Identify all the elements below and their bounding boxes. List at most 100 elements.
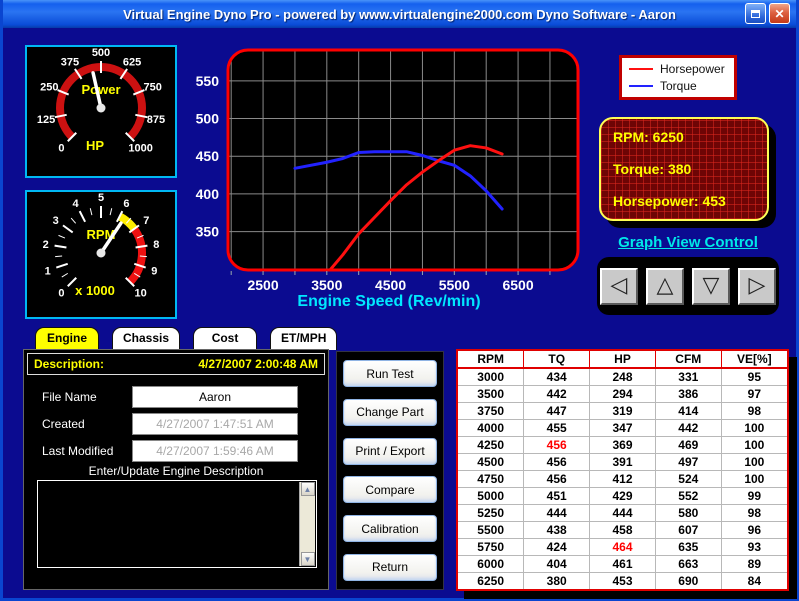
table-cell: 84	[721, 573, 787, 589]
field-row-last-modified: Last Modified4/27/2007 1:59:46 AM	[24, 440, 328, 462]
column-header: TQ	[524, 351, 590, 368]
results-table-panel: RPMTQHPCFMVE[%] 300043424833195350044229…	[456, 349, 789, 591]
table-cell: 6250	[458, 573, 524, 589]
table-cell: 97	[721, 386, 787, 403]
change-part-button[interactable]: Change Part	[343, 399, 437, 426]
titlebar: Virtual Engine Dyno Pro - powered by www…	[3, 0, 796, 28]
close-button[interactable]: ✕	[769, 3, 790, 24]
table-row: 350044229438697	[458, 386, 787, 403]
table-row: 4250456369469100	[458, 437, 787, 454]
tab-cost[interactable]: Cost	[193, 327, 257, 350]
pan-down-button[interactable]: ▽	[692, 268, 730, 305]
svg-text:9: 9	[151, 265, 157, 277]
svg-text:Power: Power	[81, 82, 120, 97]
table-cell: 4250	[458, 437, 524, 454]
rpm-gauge: 012345678910RPMx 1000	[25, 190, 177, 319]
column-header: HP	[590, 351, 656, 368]
table-cell: 434	[524, 368, 590, 386]
table-row: 300043424833195	[458, 368, 787, 386]
svg-text:375: 375	[61, 56, 79, 68]
table-header-row: RPMTQHPCFMVE[%]	[458, 351, 787, 368]
table-cell: 469	[655, 437, 721, 454]
table-cell: 3000	[458, 368, 524, 386]
pan-left-button[interactable]: ◁	[600, 268, 638, 305]
table-cell: 95	[721, 368, 787, 386]
table-cell: 455	[524, 420, 590, 437]
table-cell: 100	[721, 420, 787, 437]
svg-text:6500: 6500	[502, 277, 533, 293]
legend-line-icon	[629, 68, 653, 70]
results-table: RPMTQHPCFMVE[%] 300043424833195350044229…	[458, 351, 787, 589]
svg-text:875: 875	[147, 114, 165, 126]
field-label: Created	[42, 417, 85, 431]
close-icon: ✕	[774, 7, 784, 21]
table-cell: 89	[721, 556, 787, 573]
tab-bar: Engine Chassis Cost ET/MPH	[23, 327, 337, 350]
x-axis-title: Engine Speed (Rev/min)	[186, 293, 592, 311]
engine-description-label: Enter/Update Engine Description	[24, 464, 328, 478]
svg-text:5500: 5500	[439, 277, 470, 293]
table-cell: 319	[590, 403, 656, 420]
table-cell: 404	[524, 556, 590, 573]
scroll-up-icon[interactable]: ▲	[301, 482, 315, 496]
svg-text:10: 10	[134, 288, 146, 300]
table-cell: 380	[524, 573, 590, 589]
svg-text:2500: 2500	[247, 277, 278, 293]
print-export-button[interactable]: Print / Export	[343, 438, 437, 465]
table-cell: 100	[721, 454, 787, 471]
dyno-chart: 25003500450055006500350400450500550	[186, 45, 592, 311]
table-cell: 5750	[458, 539, 524, 556]
table-row: 500045142955299	[458, 488, 787, 505]
table-cell: 497	[655, 454, 721, 471]
svg-text:250: 250	[40, 82, 58, 94]
compare-button[interactable]: Compare	[343, 476, 437, 503]
field-label: Last Modified	[42, 444, 113, 458]
app-window: Virtual Engine Dyno Pro - powered by www…	[0, 0, 799, 601]
field-value-file-name[interactable]: Aaron	[132, 386, 298, 408]
textarea-scrollbar[interactable]: ▲ ▼	[299, 482, 315, 566]
run-test-button[interactable]: Run Test	[343, 360, 437, 387]
svg-text:6: 6	[123, 198, 129, 210]
table-row: 625038045369084	[458, 573, 787, 589]
pan-up-button[interactable]: △	[646, 268, 684, 305]
table-cell: 456	[524, 471, 590, 488]
description-panel: Description: 4/27/2007 2:00:48 AM File N…	[23, 349, 329, 590]
field-row-created: Created4/27/2007 1:47:51 AM	[24, 413, 328, 435]
table-cell: 96	[721, 522, 787, 539]
svg-text:350: 350	[196, 224, 220, 240]
tab-engine[interactable]: Engine	[35, 327, 99, 350]
svg-text:3500: 3500	[311, 277, 342, 293]
table-row: 375044731941498	[458, 403, 787, 420]
graph-view-control-link[interactable]: Graph View Control	[597, 234, 779, 251]
table-cell: 458	[590, 522, 656, 539]
pan-right-button[interactable]: ▷	[738, 268, 776, 305]
table-cell: 453	[590, 573, 656, 589]
legend-entry-torque: Torque	[629, 79, 727, 93]
table-cell: 98	[721, 505, 787, 522]
scroll-down-icon[interactable]: ▼	[301, 552, 315, 566]
svg-text:400: 400	[196, 186, 220, 202]
restore-button[interactable]	[745, 3, 766, 24]
return-button[interactable]: Return	[343, 554, 437, 581]
svg-text:1: 1	[45, 265, 51, 277]
table-row: 525044444458098	[458, 505, 787, 522]
table-row: 4750456412524100	[458, 471, 787, 488]
table-cell: 607	[655, 522, 721, 539]
calibration-button[interactable]: Calibration	[343, 515, 437, 542]
restore-icon	[751, 10, 760, 18]
column-header: VE[%]	[721, 351, 787, 368]
table-cell: 6000	[458, 556, 524, 573]
table-cell: 93	[721, 539, 787, 556]
table-cell: 294	[590, 386, 656, 403]
table-cell: 442	[655, 420, 721, 437]
readout-horsepower: Horsepower: 453	[613, 193, 755, 209]
tab-chassis[interactable]: Chassis	[112, 327, 180, 350]
table-cell: 4000	[458, 420, 524, 437]
legend-label: Horsepower	[660, 62, 725, 76]
action-buttons-panel: Run Test Change Part Print / Export Compare…	[336, 351, 444, 590]
description-header: Description: 4/27/2007 2:00:48 AM	[27, 353, 325, 375]
tab-et-mph[interactable]: ET/MPH	[270, 327, 337, 350]
table-cell: 100	[721, 437, 787, 454]
svg-text:500: 500	[92, 47, 110, 59]
engine-description-textarea[interactable]: ▲ ▼	[37, 480, 317, 568]
